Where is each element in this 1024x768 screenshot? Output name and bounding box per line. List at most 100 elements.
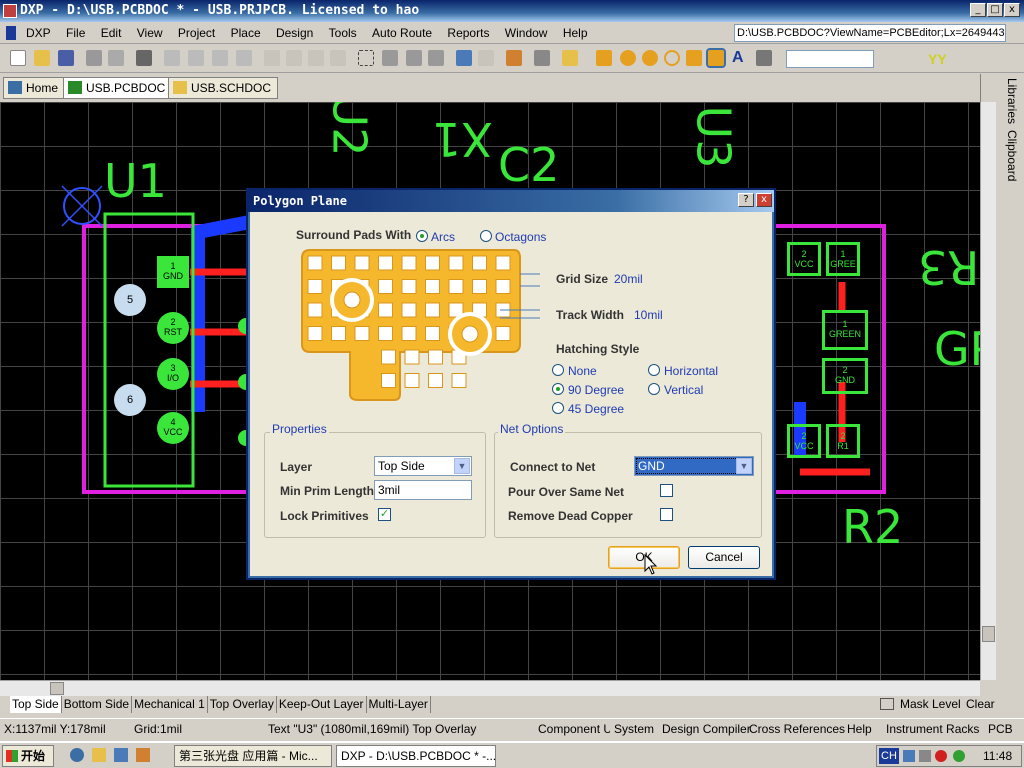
tray-volume-icon[interactable] [919,750,931,762]
pad-vcc[interactable]: 4 VCC [157,412,189,444]
print-icon[interactable] [86,50,102,66]
pad-rst[interactable]: 2 RST [157,312,189,344]
octagons-radio[interactable] [480,230,492,242]
grid-size-value[interactable]: 20mil [614,272,643,286]
help-icon[interactable] [562,50,578,66]
menu-edit[interactable]: Edit [95,22,128,44]
layer-tab-mechanical-1[interactable]: Mechanical 1 [132,696,208,713]
panel-system[interactable]: System [614,719,654,739]
maximize-button[interactable]: □ [987,3,1003,17]
chevron-down-icon[interactable]: ▼ [736,458,752,474]
menu-project[interactable]: Project [172,22,221,44]
layer-tab-top-side[interactable]: Top Side [10,696,62,713]
chevron-down-icon[interactable]: ▼ [454,458,470,474]
hatch-45-label[interactable]: 45 Degree [568,402,624,416]
tab-pcb-doc[interactable]: USB.PCBDOC * [63,77,181,99]
layers-icon[interactable] [136,50,152,66]
clear-filter-icon[interactable] [428,50,444,66]
copy-icon[interactable] [286,50,302,66]
horizontal-scrollbar[interactable] [0,680,980,696]
tray-network-icon[interactable] [903,750,915,762]
interactive-route-icon[interactable] [596,50,612,66]
hatch-90-label[interactable]: 90 Degree [568,383,624,397]
panel-pcb[interactable]: PCB [988,719,1013,739]
move-icon[interactable] [382,50,398,66]
lock-primitives-checkbox[interactable]: ✓ [378,508,391,521]
clipboard-panel-tab[interactable]: Clipboard [1005,130,1019,181]
panel-help[interactable]: Help [847,719,872,739]
panel-instrument-racks[interactable]: Instrument Racks [886,719,979,739]
panel-cross-references[interactable]: Cross References [749,719,845,739]
hatch-none-radio[interactable] [552,364,564,376]
print-preview-icon[interactable] [108,50,124,66]
zoom-area-icon[interactable] [188,50,204,66]
place-polygon-icon[interactable] [706,48,726,68]
place-via-icon[interactable] [642,50,658,66]
zoom-filter-icon[interactable] [236,50,252,66]
place-pad-icon[interactable] [620,50,636,66]
track-width-value[interactable]: 10mil [634,308,663,322]
filter-combo[interactable] [786,50,874,68]
crossprobe-icon[interactable] [506,50,522,66]
open-icon[interactable] [34,50,50,66]
quicklaunch-explorer-icon[interactable] [92,748,106,762]
taskbar-word-document[interactable]: 第三张光盘 应用篇 - Mic... [174,745,332,767]
layer-tab-multi-layer[interactable]: Multi-Layer [367,696,431,713]
octagons-label[interactable]: Octagons [495,230,546,244]
tray-app-icon[interactable] [935,750,947,762]
deselect-icon[interactable] [406,50,422,66]
tab-sch-doc[interactable]: USB.SCHDOC [168,77,279,99]
arcs-label[interactable]: Arcs [431,230,455,244]
clear-mask-button[interactable]: Clear [966,696,995,713]
pad-io[interactable]: 3 I/O [157,358,189,390]
menu-help[interactable]: Help [557,22,594,44]
tray-security-icon[interactable] [953,750,965,762]
menu-file[interactable]: File [60,22,91,44]
undo-icon[interactable] [456,50,472,66]
zoom-fit-icon[interactable] [164,50,180,66]
address-field[interactable]: D:\USB.PCBDOC?ViewName=PCBEditor;Lx=2649… [734,24,1006,42]
layer-select[interactable]: Top Side ▼ [374,456,472,476]
start-button[interactable]: 开始 [2,745,54,767]
libraries-panel-tab[interactable]: Libraries [1005,78,1019,124]
layer-tab-top-overlay[interactable]: Top Overlay [208,696,277,713]
close-button[interactable]: x [1004,3,1020,17]
menu-view[interactable]: View [131,22,169,44]
pad-right-vcc-top[interactable]: 2 VCC [787,242,821,276]
place-string-icon[interactable]: A [732,50,748,66]
hatch-none-label[interactable]: None [568,364,597,378]
taskbar-dxp-window[interactable]: DXP - D:\USB.PCBDOC * -... [336,745,496,767]
minimize-button[interactable]: _ [970,3,986,17]
select-area-icon[interactable] [358,50,374,66]
menu-reports[interactable]: Reports [441,22,495,44]
layer-tab-bottom-side[interactable]: Bottom Side [62,696,133,713]
ime-indicator[interactable]: CH [879,748,899,764]
hatch-horizontal-label[interactable]: Horizontal [664,364,718,378]
paste-icon[interactable] [308,50,324,66]
quicklaunch-media-icon[interactable] [136,748,150,762]
hatch-horizontal-radio[interactable] [648,364,660,376]
hatch-vertical-label[interactable]: Vertical [664,383,703,397]
hatch-45-radio[interactable] [552,402,564,414]
browse-components-icon[interactable] [534,50,550,66]
redo-icon[interactable] [478,50,494,66]
place-fill-icon[interactable] [686,50,702,66]
mask-level-button[interactable]: Mask Level [900,696,961,713]
pad-right-gnd[interactable]: 2 GND [822,358,868,394]
mounting-hole-5[interactable]: 5 [114,284,146,316]
vertical-scrollbar[interactable] [980,102,996,680]
menu-auto-route[interactable]: Auto Route [366,22,438,44]
layer-tab-keep-out[interactable]: Keep-Out Layer [277,696,367,713]
quicklaunch-desktop-icon[interactable] [114,748,128,762]
mask-filter-icon[interactable] [880,698,894,710]
menu-window[interactable]: Window [499,22,554,44]
pad-gnd[interactable]: 1 GND [157,256,189,288]
quicklaunch-ie-icon[interactable] [70,748,84,762]
panel-design-compiler[interactable]: Design Compiler [662,719,751,739]
mounting-hole-6[interactable]: 6 [114,384,146,416]
pad-right-vcc-bottom[interactable]: 2 VCC [787,424,821,458]
tab-home[interactable]: Home [3,77,66,99]
cut-icon[interactable] [264,50,280,66]
place-arc-icon[interactable] [664,50,680,66]
arcs-radio[interactable] [416,230,428,242]
